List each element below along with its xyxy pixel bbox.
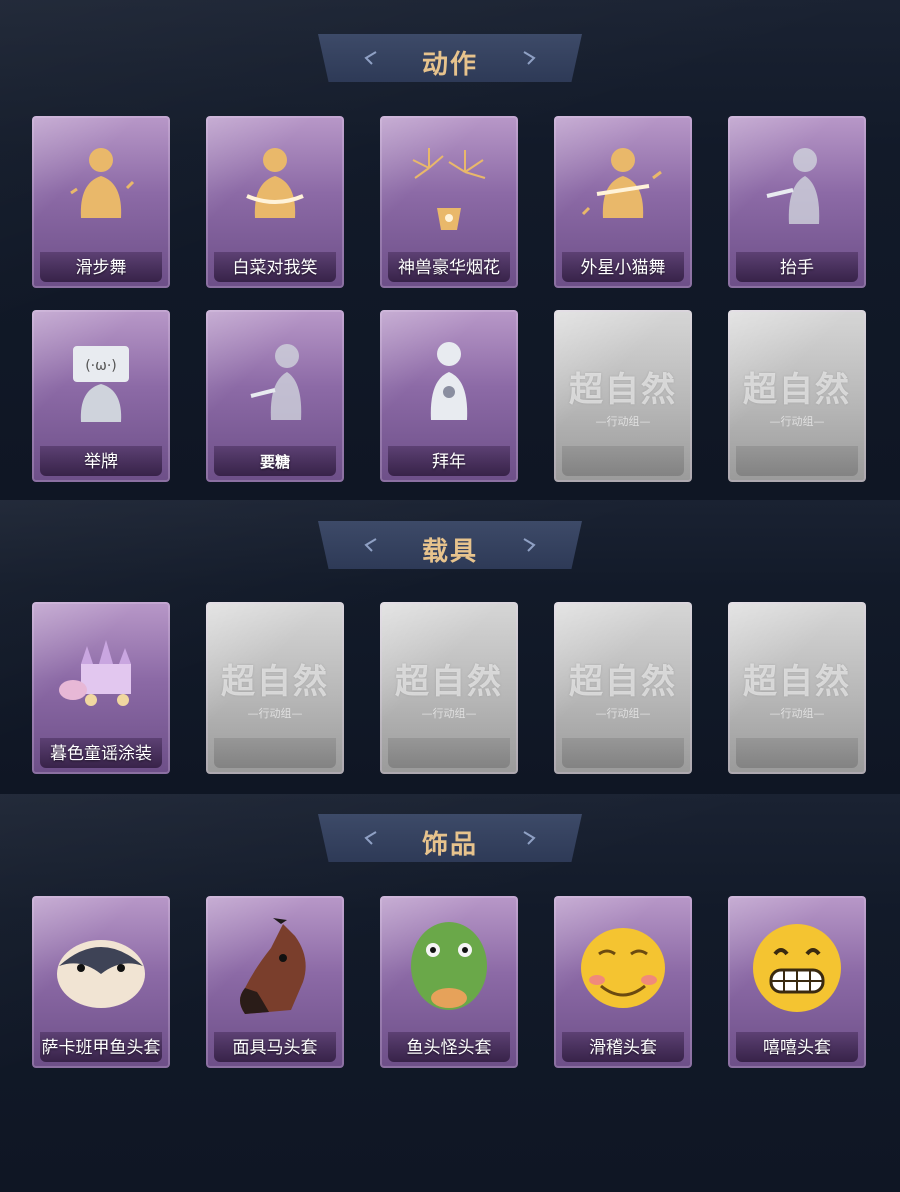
label-bar bbox=[736, 738, 858, 768]
item-label: 神兽豪华烟花 bbox=[398, 258, 500, 278]
item-card[interactable]: 拜年 bbox=[380, 310, 518, 482]
item-card[interactable]: 面具马头套 bbox=[206, 896, 344, 1068]
smirk-face-icon bbox=[581, 928, 665, 1008]
placeholder-watermark: 超自然 —行动组— bbox=[728, 654, 866, 721]
fish-head-icon bbox=[57, 940, 145, 1008]
placeholder-subtitle: —行动组— bbox=[421, 707, 477, 720]
item-card[interactable]: 要糖 bbox=[206, 310, 344, 482]
item-card[interactable]: 萨卡班甲鱼头套 bbox=[32, 896, 170, 1068]
placeholder-subtitle: —行动组— bbox=[595, 415, 651, 428]
placeholder-title: 超自然 bbox=[569, 662, 677, 702]
placeholder-watermark: 超自然 —行动组— bbox=[206, 654, 344, 721]
raising-hand-figure-icon bbox=[766, 148, 820, 224]
item-card[interactable]: 神兽豪华烟花 bbox=[380, 116, 518, 288]
item-label: 滑稽头套 bbox=[589, 1038, 657, 1058]
grin-face-icon bbox=[753, 924, 841, 1012]
svg-text:(·ω·): (·ω·) bbox=[85, 358, 117, 374]
placeholder-title: 超自然 bbox=[569, 370, 677, 410]
locked-item-card[interactable]: 超自然 —行动组— bbox=[728, 310, 866, 482]
locked-item-card[interactable]: 超自然 —行动组— bbox=[554, 310, 692, 482]
placeholder-watermark: 超自然 —行动组— bbox=[554, 362, 692, 429]
right-ornament-icon bbox=[523, 51, 536, 65]
item-label: 白菜对我笑 bbox=[232, 258, 318, 278]
placeholder-watermark: 超自然 —行动组— bbox=[380, 654, 518, 721]
section-title: 饰品 bbox=[421, 830, 478, 860]
item-label: 滑步舞 bbox=[75, 258, 127, 278]
placeholder-title: 超自然 bbox=[395, 662, 503, 702]
item-label: 鱼头怪头套 bbox=[406, 1038, 492, 1058]
section-title: 动作 bbox=[421, 50, 478, 80]
bowing-figure-icon bbox=[430, 342, 468, 420]
item-card[interactable]: 暮色童谣涂装 bbox=[32, 602, 170, 774]
placeholder-watermark: 超自然 —行动组— bbox=[728, 362, 866, 429]
item-card[interactable]: 外星小猫舞 bbox=[554, 116, 692, 288]
section-title-banner: 饰品 bbox=[318, 814, 582, 862]
item-card[interactable]: 鱼头怪头套 bbox=[380, 896, 518, 1068]
asking-candy-figure-icon bbox=[250, 344, 302, 420]
locked-item-card[interactable]: 超自然 —行动组— bbox=[554, 602, 692, 774]
item-card[interactable]: 嘻嘻头套 bbox=[728, 896, 866, 1068]
right-ornament-icon bbox=[523, 538, 536, 552]
castle-carriage-icon bbox=[59, 640, 131, 706]
item-card[interactable]: 白菜对我笑 bbox=[206, 116, 344, 288]
item-label: 举牌 bbox=[84, 452, 118, 472]
item-label: 面具马头套 bbox=[232, 1038, 318, 1058]
item-label: 拜年 bbox=[432, 452, 466, 472]
locked-item-card[interactable]: 超自然 —行动组— bbox=[728, 602, 866, 774]
item-card[interactable]: 滑步舞 bbox=[32, 116, 170, 288]
item-label: 萨卡班甲鱼头套 bbox=[41, 1038, 161, 1058]
label-bar bbox=[562, 446, 684, 476]
placeholder-subtitle: —行动组— bbox=[769, 415, 825, 428]
section-title-banner: 载具 bbox=[318, 521, 582, 569]
right-ornament-icon bbox=[523, 831, 536, 845]
label-bar bbox=[562, 738, 684, 768]
item-label: 外星小猫舞 bbox=[580, 258, 666, 278]
item-label: 抬手 bbox=[780, 258, 814, 278]
crossed-arms-figure-icon bbox=[246, 148, 304, 218]
dancing-figure-icon bbox=[70, 148, 135, 218]
fireworks-icon bbox=[412, 148, 486, 230]
item-label: 要糖 bbox=[259, 453, 290, 471]
item-card[interactable]: 滑稽头套 bbox=[554, 896, 692, 1068]
locked-item-card[interactable]: 超自然 —行动组— bbox=[206, 602, 344, 774]
item-label: 嘻嘻头套 bbox=[763, 1038, 831, 1058]
section-title: 载具 bbox=[421, 537, 478, 567]
horse-head-icon bbox=[240, 918, 306, 1014]
dancing-figure-icon bbox=[581, 148, 662, 218]
placeholder-watermark: 超自然 —行动组— bbox=[554, 654, 692, 721]
item-card[interactable]: 抬手 bbox=[728, 116, 866, 288]
placeholder-title: 超自然 bbox=[221, 662, 329, 702]
section-title-banner: 动作 bbox=[318, 34, 582, 82]
item-card[interactable]: (·ω·) 举牌 bbox=[32, 310, 170, 482]
label-bar bbox=[736, 446, 858, 476]
holding-sign-figure-icon: (·ω·) bbox=[73, 346, 129, 422]
placeholder-subtitle: —行动组— bbox=[247, 707, 303, 720]
placeholder-subtitle: —行动组— bbox=[769, 707, 825, 720]
green-fish-head-icon bbox=[411, 922, 487, 1010]
placeholder-title: 超自然 bbox=[743, 662, 851, 702]
label-bar bbox=[214, 738, 336, 768]
placeholder-subtitle: —行动组— bbox=[595, 707, 651, 720]
label-bar bbox=[388, 738, 510, 768]
item-label: 暮色童谣涂装 bbox=[50, 744, 152, 764]
locked-item-card[interactable]: 超自然 —行动组— bbox=[380, 602, 518, 774]
placeholder-title: 超自然 bbox=[743, 370, 851, 410]
